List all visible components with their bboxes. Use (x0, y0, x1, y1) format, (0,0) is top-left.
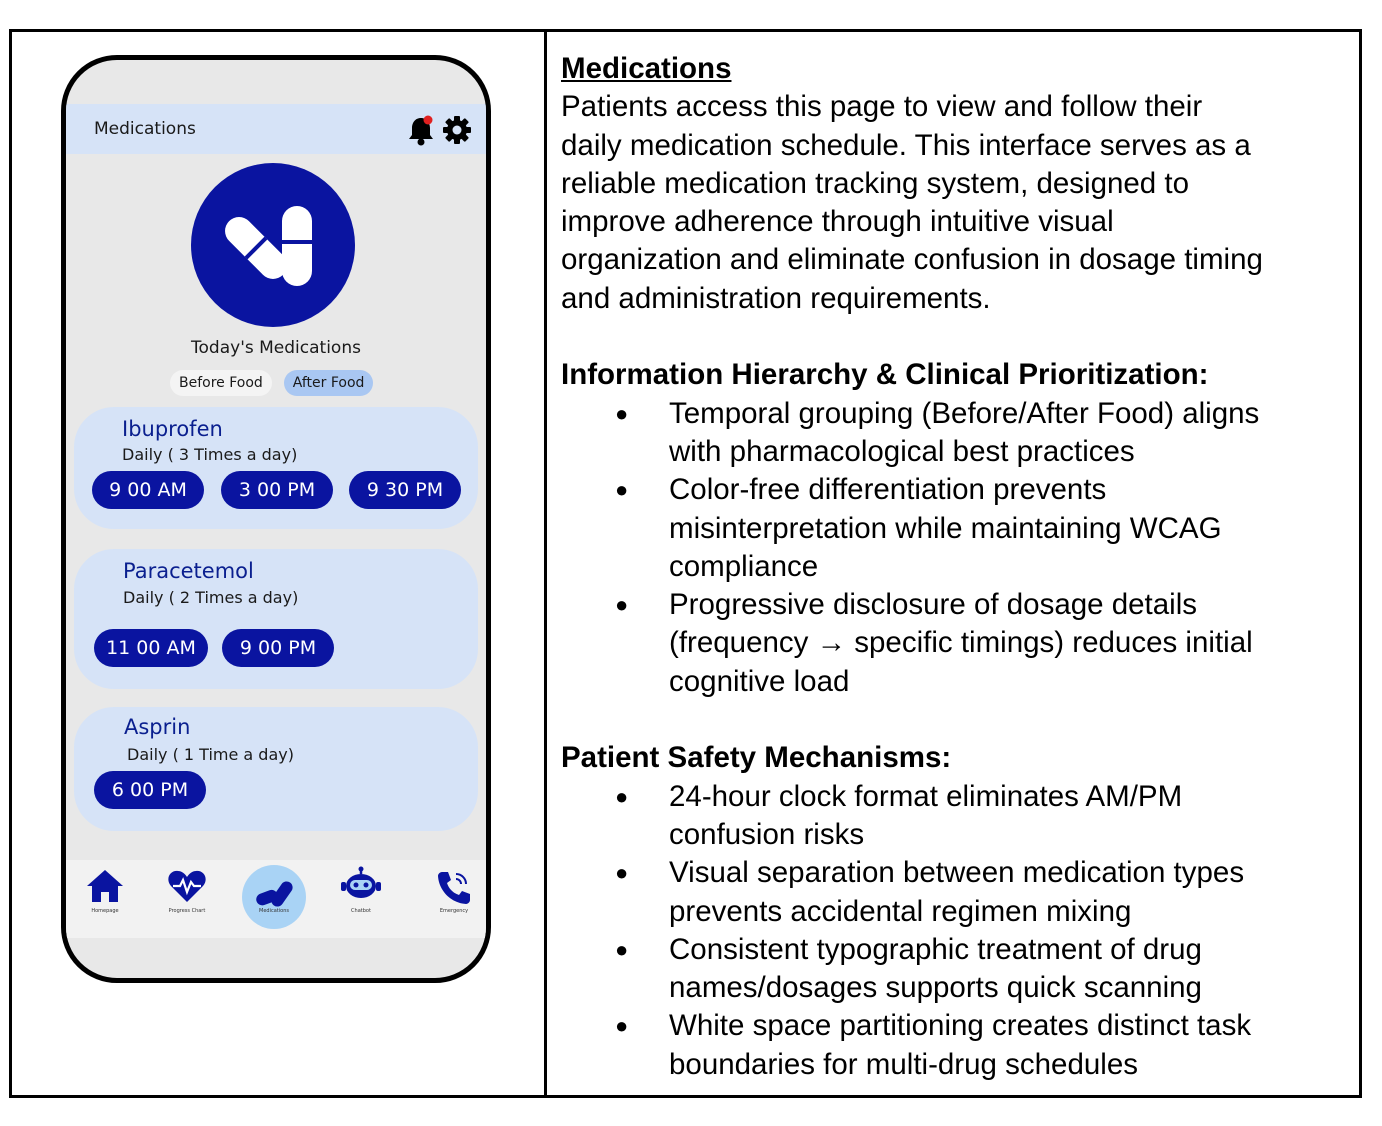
bullet-item: Progressive disclosure of dosage details… (561, 586, 1351, 701)
nav-emergency[interactable]: Emergency (419, 860, 486, 938)
app-header: Medications (66, 104, 486, 154)
intro-line: improve adherence through intuitive visu… (561, 205, 1114, 239)
phone-mockup: Medications Today's Medications Before F… (61, 55, 491, 983)
bullet-item: Visual separation between medication typ… (561, 854, 1351, 931)
time-pill[interactable]: 11 00 AM (94, 629, 208, 667)
phone-icon (438, 872, 470, 904)
screenshot-cell: Medications Today's Medications Before F… (12, 32, 547, 1095)
bullet-line: Color-free differentiation prevents (669, 473, 1107, 507)
page-title: Medications (94, 119, 196, 139)
medication-frequency: Daily ( 3 Times a day) (122, 445, 298, 464)
time-pill[interactable]: 3 00 PM (221, 471, 333, 509)
medication-card-ibuprofen[interactable]: Ibuprofen Daily ( 3 Times a day) 9 00 AM… (74, 407, 478, 529)
filter-after-food[interactable]: After Food (283, 370, 374, 396)
bullet-line: misinterpretation while maintaining WCAG (669, 511, 1222, 545)
nav-label: Medications (259, 908, 289, 914)
nav-medications[interactable]: Medications (239, 860, 309, 938)
bullet-line: boundaries for multi-drug schedules (669, 1047, 1138, 1081)
bullet-item: Color-free differentiation prevents misi… (561, 471, 1351, 586)
bullet-line: confusion risks (669, 817, 865, 851)
bullet-line: Temporal grouping (Before/After Food) al… (669, 396, 1260, 430)
bottom-navigation: Homepage Progress Chart Medications Chat… (66, 860, 486, 938)
medication-name: Asprin (124, 715, 191, 739)
bullet-line: names/dosages supports quick scanning (669, 971, 1202, 1005)
bullet-line: Progressive disclosure of dosage details (669, 588, 1198, 622)
bullet-line: 24-hour clock format eliminates AM/PM (669, 779, 1183, 813)
time-pill[interactable]: 6 00 PM (94, 771, 206, 809)
bullet-line: compliance (669, 549, 819, 583)
time-pill[interactable]: 9 30 PM (349, 471, 461, 509)
food-filter: Before Food After Food (170, 370, 374, 396)
section-heading-hierarchy: Information Hierarchy & Clinical Priorit… (561, 358, 1209, 392)
nav-label: Homepage (91, 908, 119, 914)
layout-table: Medications Today's Medications Before F… (9, 29, 1362, 1098)
nav-progress-chart[interactable]: Progress Chart (152, 860, 222, 938)
section-heading-safety: Patient Safety Mechanisms: (561, 741, 952, 775)
home-icon (87, 870, 123, 902)
medication-card-asprin[interactable]: Asprin Daily ( 1 Time a day) 6 00 PM (74, 707, 478, 831)
nav-homepage[interactable]: Homepage (70, 860, 140, 938)
nav-label: Chatbot (351, 908, 371, 914)
nav-label: Progress Chart (168, 908, 206, 914)
bullet-item: 24-hour clock format eliminates AM/PM co… (561, 778, 1351, 855)
description-cell: Medications Patients access this page to… (547, 32, 1359, 1095)
todays-medications-title: Today's Medications (191, 338, 361, 358)
bullet-line: Visual separation between medication typ… (669, 856, 1245, 890)
robot-icon (341, 866, 381, 898)
gear-icon[interactable] (442, 115, 472, 145)
medication-frequency: Daily ( 2 Times a day) (123, 588, 299, 607)
bullet-line: White space partitioning creates distinc… (669, 1009, 1252, 1043)
bullet-line: cognitive load (669, 664, 850, 698)
filter-before-food[interactable]: Before Food (170, 370, 272, 396)
bullet-item: Consistent typographic treatment of drug… (561, 931, 1351, 1008)
time-pill[interactable]: 9 00 PM (222, 629, 334, 667)
bullet-line: with pharmacological best practices (669, 434, 1135, 468)
intro-line: reliable medication tracking system, des… (561, 166, 1190, 200)
intro-line: and administration requirements. (561, 281, 991, 315)
nav-chatbot[interactable]: Chatbot (326, 860, 396, 938)
medication-card-paracetemol[interactable]: Paracetemol Daily ( 2 Times a day) 11 00… (74, 549, 478, 689)
nav-label: Emergency (439, 908, 469, 914)
bullet-line: prevents accidental regimen mixing (669, 894, 1132, 928)
medication-name: Ibuprofen (122, 417, 223, 441)
description-text: Medications Patients access this page to… (561, 50, 1351, 1084)
medication-frequency: Daily ( 1 Time a day) (127, 745, 294, 764)
bullet-item: White space partitioning creates distinc… (561, 1007, 1351, 1084)
description-title: Medications (561, 52, 732, 85)
bell-icon[interactable] (406, 114, 436, 146)
medication-name: Paracetemol (123, 559, 254, 583)
intro-line: daily medication schedule. This interfac… (561, 128, 1251, 162)
bullet-line: Consistent typographic treatment of drug (669, 932, 1202, 966)
intro-line: organization and eliminate confusion in … (561, 243, 1263, 277)
pills-icon (191, 163, 355, 327)
intro-line: Patients access this page to view and fo… (561, 90, 1203, 124)
bullet-item: Temporal grouping (Before/After Food) al… (561, 395, 1351, 472)
time-pill[interactable]: 9 00 AM (92, 471, 204, 509)
heart-pulse-icon (168, 870, 206, 902)
bullet-line: (frequency → specific timings) reduces i… (669, 626, 1253, 660)
